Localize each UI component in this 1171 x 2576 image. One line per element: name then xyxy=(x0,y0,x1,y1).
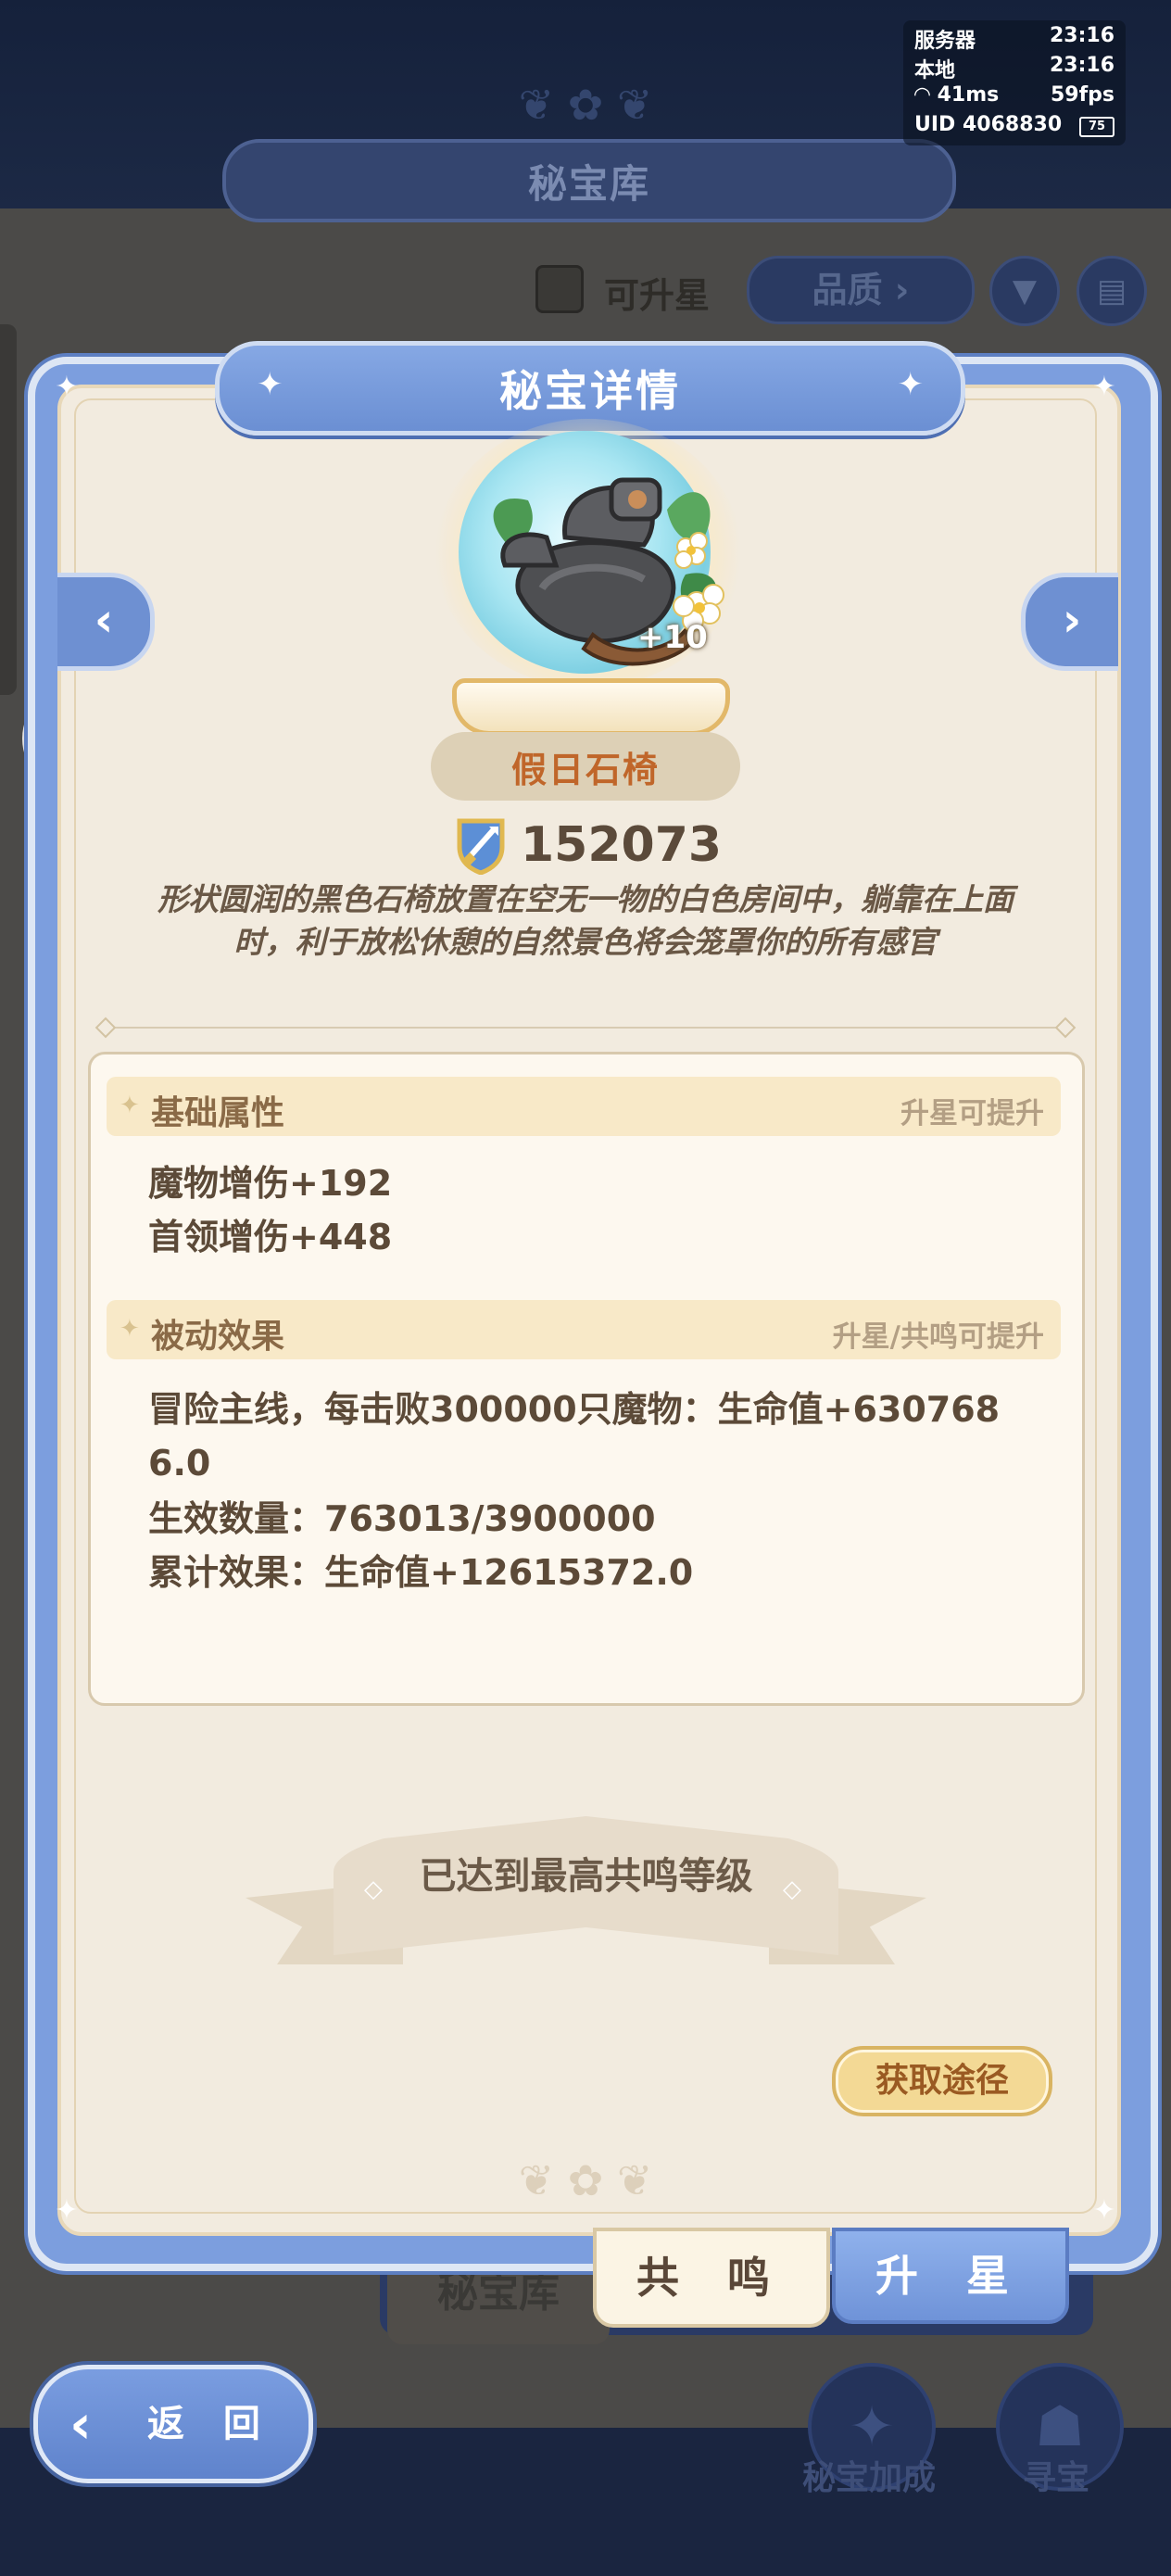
item-description: 形状圆润的黑色石椅放置在空无一物的白色房间中，躺靠在上面时，利于放松休憩的自然景… xyxy=(157,881,1014,960)
status-overlay: 服务器 23:16 本地 23:16 ◠ 41ms 59fps UID 4068… xyxy=(903,20,1126,145)
corner-star-icon: ✦ xyxy=(1092,2194,1116,2227)
item-pedestal xyxy=(452,678,730,736)
passive-stat-line: 冒险主线，每击败300000只魔物：生命值+630768 xyxy=(148,1389,1001,1430)
basic-attributes-hint: 升星可提升 xyxy=(900,1097,1044,1130)
treasure-hunt-label: 寻宝 xyxy=(1022,2459,1089,2497)
back-button[interactable]: ‹ 返 回 xyxy=(33,2365,313,2483)
book-icon[interactable]: ▤ xyxy=(1077,256,1147,326)
server-time: 23:16 xyxy=(1049,24,1114,47)
basic-attributes-title: 基础属性 xyxy=(151,1094,285,1132)
server-label: 服务器 xyxy=(914,30,976,53)
corner-star-icon: ✦ xyxy=(55,2194,79,2227)
fps: 59fps xyxy=(1050,83,1114,107)
local-time: 23:16 xyxy=(1049,54,1114,77)
stats-box xyxy=(88,1052,1085,1706)
back-arrow-icon: ‹ xyxy=(69,2393,92,2456)
corner-star-icon: ✦ xyxy=(55,371,79,403)
item-score: 152073 xyxy=(521,817,723,873)
corner-star-icon: ✦ xyxy=(1092,371,1116,403)
passive-effect-title: 被动效果 xyxy=(151,1318,285,1356)
passive-effect-header: ✦ 被动效果 升星/共鸣可提升 xyxy=(107,1300,1061,1359)
item-level: +10 xyxy=(637,619,708,656)
top-ornament: ❦ ✿ ❦ xyxy=(518,80,653,130)
ping: 41ms xyxy=(937,83,1000,107)
star-icon: ✦ xyxy=(257,366,283,403)
detail-title: 秘宝详情 xyxy=(499,366,681,416)
max-resonance-text: 已达到最高共鸣等级 xyxy=(419,1855,753,1898)
basic-stat-line: 魔物增伤+192 xyxy=(148,1163,393,1204)
diamond-icon: ✦ xyxy=(120,1092,140,1119)
section-divider xyxy=(102,1027,1069,1029)
basic-stat-line: 首领增伤+448 xyxy=(148,1217,393,1257)
can-upgrade-checkbox[interactable] xyxy=(535,265,584,313)
score-row: 152073 xyxy=(454,808,722,882)
shield-sword-icon xyxy=(457,818,505,875)
filter-row: 可升星 品质 › ▼ ▤ xyxy=(528,252,1158,326)
tab-resonance[interactable]: 共 鸣 xyxy=(593,2228,830,2328)
wifi-icon: ◠ xyxy=(914,83,930,107)
can-upgrade-label: 可升星 xyxy=(604,275,711,316)
bonus-label: 秘宝加成 xyxy=(801,2459,936,2497)
uid: UID 4068830 xyxy=(914,113,1063,136)
diamond-icon: ✦ xyxy=(120,1315,140,1343)
quality-filter-label: 品质 xyxy=(812,270,883,310)
quality-filter-button[interactable]: 品质 › xyxy=(747,256,975,324)
basic-attributes-header: ✦ 基础属性 升星可提升 xyxy=(107,1077,1061,1136)
filter-icon[interactable]: ▼ xyxy=(989,256,1060,326)
bottom-ornament: ❦ ✿ ❦ xyxy=(518,2155,653,2205)
passive-stat-line: 生效数量：763013/3900000 xyxy=(148,1498,656,1539)
library-title: 秘宝库 xyxy=(222,139,956,222)
item-name: 假日石椅 xyxy=(431,732,740,801)
acquire-source-button[interactable]: 获取途径 xyxy=(832,2046,1052,2116)
battery-icon: 75 xyxy=(1079,117,1114,137)
passive-stat-line: 6.0 xyxy=(148,1443,211,1484)
side-tab[interactable] xyxy=(0,324,17,695)
next-arrow-icon[interactable]: › xyxy=(1021,573,1118,671)
star-icon: ✦ xyxy=(897,366,925,403)
local-label: 本地 xyxy=(914,59,956,82)
tab-star-up[interactable]: 升 星 xyxy=(832,2228,1069,2324)
back-button-label: 返 回 xyxy=(147,2403,273,2445)
passive-stat-line: 累计效果：生命值+12615372.0 xyxy=(148,1552,694,1593)
passive-effect-hint: 升星/共鸣可提升 xyxy=(832,1320,1044,1354)
prev-arrow-icon[interactable]: ‹ xyxy=(57,573,155,671)
